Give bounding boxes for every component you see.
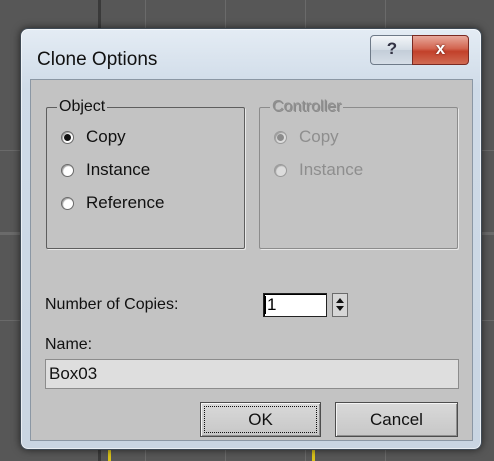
arrow-down-icon[interactable] — [336, 306, 344, 311]
controller-copy-radio: Copy — [274, 126, 339, 148]
controller-group: Controller Copy Instance — [259, 98, 458, 249]
radio-unchecked-icon — [61, 163, 74, 177]
name-value: Box03 — [49, 364, 98, 383]
object-group: Object Copy Instance Reference — [46, 98, 245, 249]
controller-instance-label: Instance — [299, 160, 364, 179]
focus-rectangle — [204, 406, 317, 433]
help-button[interactable]: ? — [370, 35, 414, 65]
name-input[interactable]: Box03 — [45, 359, 459, 389]
radio-unchecked-icon — [274, 163, 287, 177]
object-group-legend: Object — [57, 98, 108, 116]
number-of-copies-value: 1 — [267, 295, 277, 314]
radio-unchecked-icon — [61, 196, 74, 210]
dialog-client-area: Object Copy Instance Reference Controlle… — [30, 79, 473, 441]
arrow-up-icon[interactable] — [336, 298, 344, 303]
radio-checked-icon — [61, 130, 74, 144]
number-of-copies-input[interactable]: 1 — [263, 293, 327, 317]
ok-button[interactable]: OK — [200, 402, 321, 437]
object-copy-label: Copy — [86, 127, 126, 146]
object-copy-radio[interactable]: Copy — [61, 126, 126, 148]
object-reference-radio[interactable]: Reference — [61, 192, 164, 214]
radio-checked-icon — [274, 130, 287, 144]
controller-group-legend: Controller — [270, 98, 344, 116]
help-icon: ? — [386, 39, 398, 58]
controller-copy-label: Copy — [299, 127, 339, 146]
text-cursor — [265, 296, 266, 314]
close-icon: x — [435, 39, 446, 58]
name-label: Name: — [45, 336, 93, 353]
clone-options-dialog: Clone Options ? x Object Copy Instance R… — [20, 28, 482, 450]
dialog-title: Clone Options — [37, 49, 158, 70]
copies-spinner-buttons[interactable] — [332, 293, 348, 317]
cancel-button[interactable]: Cancel — [335, 402, 458, 437]
close-button[interactable]: x — [412, 35, 469, 65]
cancel-button-label: Cancel — [370, 410, 423, 429]
controller-instance-radio: Instance — [274, 159, 363, 181]
object-instance-label: Instance — [86, 160, 151, 179]
object-reference-label: Reference — [86, 193, 165, 212]
number-of-copies-label: Number of Copies: — [45, 296, 179, 313]
object-instance-radio[interactable]: Instance — [61, 159, 150, 181]
